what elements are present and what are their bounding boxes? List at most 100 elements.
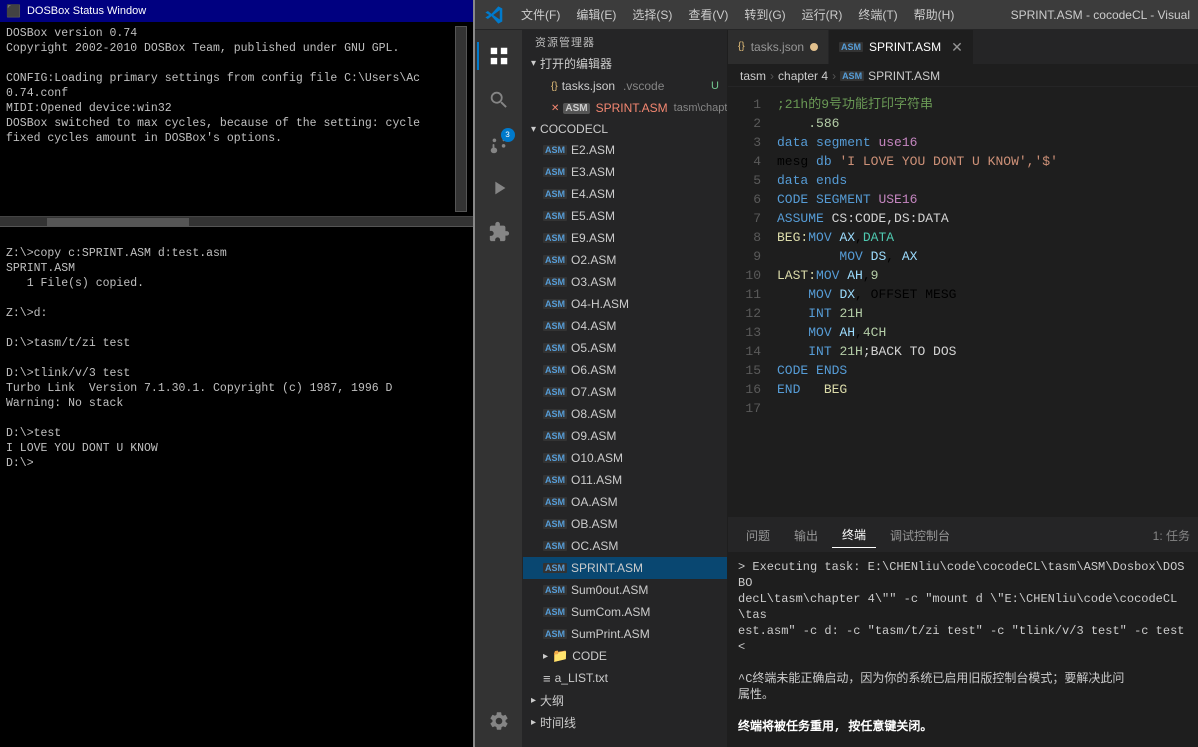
activity-icon-search[interactable] bbox=[477, 78, 521, 122]
code-line-16: END BEG bbox=[777, 380, 1194, 399]
file-o10[interactable]: ASM O10.ASM bbox=[523, 447, 727, 469]
menu-item-terminal[interactable]: 终端(T) bbox=[850, 2, 905, 27]
folder-code[interactable]: ▸ 📁 CODE bbox=[523, 645, 727, 667]
file-e5[interactable]: ASM E5.ASM bbox=[523, 205, 727, 227]
asm-icon: ASM bbox=[543, 629, 567, 639]
code-line-9: MOV DS, AX bbox=[777, 247, 1194, 266]
cocodecl-header[interactable]: ▾ COCODECL bbox=[523, 119, 727, 139]
open-file-sprint[interactable]: ✕ ASM SPRINT.ASM tasm\chapte... bbox=[523, 97, 727, 119]
outline-chevron-icon: ▸ bbox=[531, 695, 536, 706]
menu-item-view[interactable]: 查看(V) bbox=[680, 2, 736, 27]
menu-item-file[interactable]: 文件(F) bbox=[513, 2, 568, 27]
file-o7[interactable]: ASM O7.ASM bbox=[523, 381, 727, 403]
menu-item-run[interactable]: 运行(R) bbox=[794, 2, 851, 27]
file-o8[interactable]: ASM O8.ASM bbox=[523, 403, 727, 425]
breadcrumb: tasm › chapter 4 › ASM SPRINT.ASM bbox=[728, 65, 1198, 87]
asm-icon: ASM bbox=[543, 541, 567, 551]
file-o4h[interactable]: ASM O4-H.ASM bbox=[523, 293, 727, 315]
terminal-panel: 问题 输出 终端 调试控制台 1: 任务 > Executing task: E… bbox=[728, 517, 1198, 747]
menu-item-help[interactable]: 帮助(H) bbox=[906, 2, 963, 27]
code-line-6: CODE SEGMENT USE16 bbox=[777, 190, 1194, 209]
dos-line: CONFIG:Loading primary settings from con… bbox=[6, 71, 455, 86]
menu-item-edit[interactable]: 编辑(E) bbox=[568, 2, 624, 27]
terminal-actions: 1: 任务 bbox=[1153, 527, 1190, 544]
file-alist[interactable]: ≡ a_LIST.txt bbox=[523, 667, 727, 689]
sprint-tab-icon: ASM bbox=[839, 42, 863, 52]
asm-icon: ASM bbox=[543, 255, 567, 265]
breadcrumb-tasm[interactable]: tasm bbox=[740, 69, 766, 83]
tab-bar: {} tasks.json ASM SPRINT.ASM ✕ bbox=[728, 30, 1198, 65]
file-e3[interactable]: ASM E3.ASM bbox=[523, 161, 727, 183]
file-o11[interactable]: ASM O11.ASM bbox=[523, 469, 727, 491]
tab-sprint-asm[interactable]: ASM SPRINT.ASM ✕ bbox=[829, 30, 974, 64]
file-oc[interactable]: ASM OC.ASM bbox=[523, 535, 727, 557]
menu-item-goto[interactable]: 转到(G) bbox=[736, 2, 793, 27]
dos-scrollbar[interactable] bbox=[455, 26, 467, 212]
activity-icon-explorer[interactable] bbox=[477, 34, 521, 78]
terminal-tab-bar: 问题 输出 终端 调试控制台 1: 任务 bbox=[728, 518, 1198, 553]
folder-code-label: CODE bbox=[572, 649, 607, 663]
file-e9[interactable]: ASM E9.ASM bbox=[523, 227, 727, 249]
asm-icon: ASM bbox=[543, 563, 567, 573]
file-o2[interactable]: ASM O2.ASM bbox=[523, 249, 727, 271]
activity-icon-run[interactable] bbox=[477, 166, 521, 210]
terminal-tab-problems[interactable]: 问题 bbox=[736, 523, 780, 548]
breadcrumb-sep2: › bbox=[832, 69, 836, 83]
terminal-line: 属性。 bbox=[738, 687, 1188, 703]
tasks-file-icon: {} bbox=[551, 81, 558, 92]
sprint-tab-label: SPRINT.ASM bbox=[869, 40, 941, 54]
file-o9[interactable]: ASM O9.ASM bbox=[523, 425, 727, 447]
terminal-tab-debug[interactable]: 调试控制台 bbox=[880, 523, 960, 548]
asm-icon: ASM bbox=[543, 365, 567, 375]
code-editor: 12345 678910 1112131415 1617 ;21h的9号功能打印… bbox=[728, 87, 1198, 517]
open-editors-label: 打开的编辑器 bbox=[540, 55, 612, 72]
file-o6[interactable]: ASM O6.ASM bbox=[523, 359, 727, 381]
file-sprint[interactable]: ASM SPRINT.ASM bbox=[523, 557, 727, 579]
file-sum0out[interactable]: ASM Sum0out.ASM bbox=[523, 579, 727, 601]
code-line-15: CODE ENDS bbox=[777, 361, 1194, 380]
code-line-8: BEG:MOV AX,DATA bbox=[777, 228, 1194, 247]
timeline-section[interactable]: ▸ 时间线 bbox=[523, 711, 727, 733]
dos-lower-content: Z:\>copy c:SPRINT.ASM d:test.asm SPRINT.… bbox=[0, 227, 473, 747]
file-e2[interactable]: ASM E2.ASM bbox=[523, 139, 727, 161]
tasks-modified-dot bbox=[810, 43, 818, 51]
breadcrumb-sprint[interactable]: SPRINT.ASM bbox=[868, 69, 940, 83]
cocodecl-chevron: ▾ bbox=[531, 124, 536, 135]
code-line-12: INT 21H bbox=[777, 304, 1194, 323]
activity-icon-settings[interactable] bbox=[477, 699, 521, 743]
txt-file-icon: ≡ bbox=[543, 671, 551, 686]
timeline-chevron-icon: ▸ bbox=[531, 717, 536, 728]
file-oa[interactable]: ASM OA.ASM bbox=[523, 491, 727, 513]
tab-tasks-json[interactable]: {} tasks.json bbox=[728, 30, 829, 64]
breadcrumb-asm-icon-bc: ASM bbox=[840, 71, 864, 81]
activity-icon-extensions[interactable] bbox=[477, 210, 521, 254]
breadcrumb-chapter4[interactable]: chapter 4 bbox=[778, 69, 828, 83]
terminal-tab-output[interactable]: 输出 bbox=[784, 523, 828, 548]
file-o4[interactable]: ASM O4.ASM bbox=[523, 315, 727, 337]
file-sumprint[interactable]: ASM SumPrint.ASM bbox=[523, 623, 727, 645]
terminal-content[interactable]: > Executing task: E:\CHENliu\code\cocode… bbox=[728, 553, 1198, 747]
terminal-line-bold: 终端将被任务重用, 按任意键关闭。 bbox=[738, 719, 1188, 735]
menu-item-select[interactable]: 选择(S) bbox=[624, 2, 680, 27]
terminal-tab-terminal[interactable]: 终端 bbox=[832, 522, 876, 548]
menu-bar: 文件(F) 编辑(E) 选择(S) 查看(V) 转到(G) 运行(R) 终端(T… bbox=[475, 0, 1198, 30]
file-e4[interactable]: ASM E4.ASM bbox=[523, 183, 727, 205]
open-editors-header[interactable]: ▾ 打开的编辑器 bbox=[523, 52, 727, 75]
terminal-line bbox=[738, 735, 1188, 747]
file-o3[interactable]: ASM O3.ASM bbox=[523, 271, 727, 293]
file-sumcom[interactable]: ASM SumCom.ASM bbox=[523, 601, 727, 623]
asm-icon: ASM bbox=[543, 299, 567, 309]
outline-section[interactable]: ▸ 大纲 bbox=[523, 689, 727, 711]
tab-close-sprint[interactable]: ✕ bbox=[951, 39, 963, 56]
file-ob[interactable]: ASM OB.ASM bbox=[523, 513, 727, 535]
activity-icon-source-control[interactable]: 3 bbox=[477, 122, 521, 166]
tasks-badge: U bbox=[711, 80, 719, 92]
tasks-filename: tasks.json bbox=[562, 79, 615, 93]
line-numbers: 12345 678910 1112131415 1617 bbox=[728, 87, 773, 517]
code-content[interactable]: ;21h的9号功能打印字符串 .586 data segment use16 m… bbox=[773, 87, 1198, 517]
open-file-tasks[interactable]: {} tasks.json .vscode U bbox=[523, 75, 727, 97]
sprint-asm-label: ASM bbox=[563, 103, 589, 114]
alist-label: a_LIST.txt bbox=[555, 671, 608, 685]
file-o5[interactable]: ASM O5.ASM bbox=[523, 337, 727, 359]
activity-bar: 3 bbox=[475, 30, 523, 747]
